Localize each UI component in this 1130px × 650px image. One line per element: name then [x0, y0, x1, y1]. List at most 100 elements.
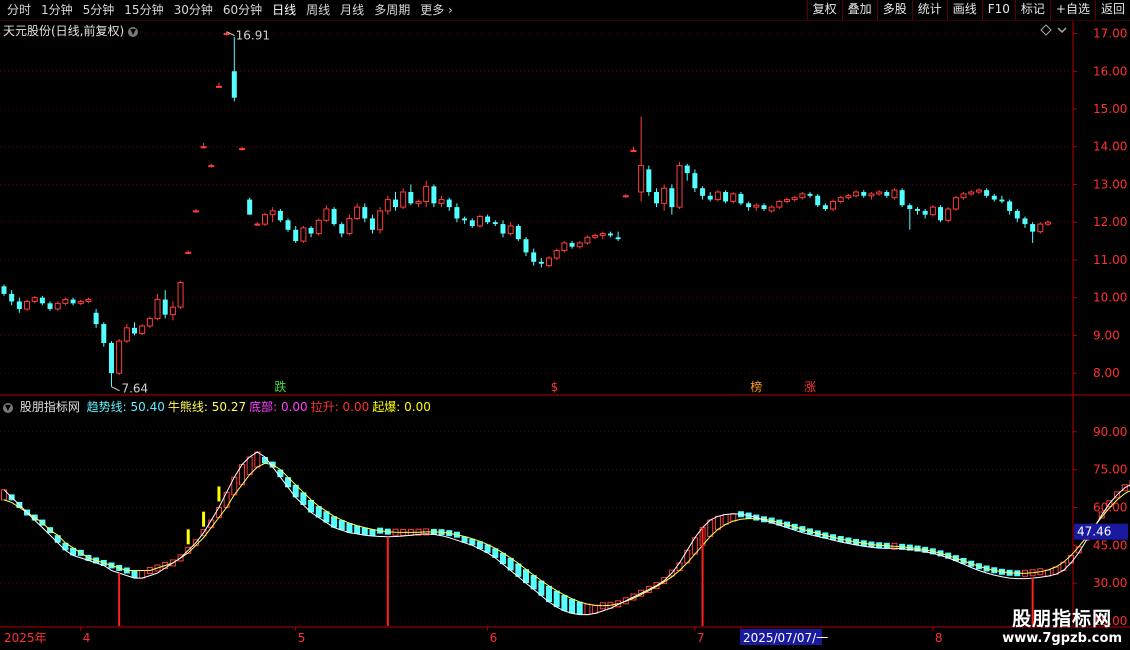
candle-body-86: [661, 187, 668, 204]
watermark-url: www.7gpzb.com: [1002, 631, 1122, 646]
candle-body-22: [169, 306, 176, 316]
period-tab-10[interactable]: 更多 ›: [415, 0, 458, 20]
period-tab-6[interactable]: 日线: [267, 0, 301, 20]
candle-body-119: [915, 209, 920, 211]
candle-body-25: [192, 210, 199, 213]
chevron-down-icon: [1057, 27, 1067, 34]
candle-body-100: [768, 206, 775, 212]
candle-body-115: [884, 192, 890, 196]
period-tab-4[interactable]: 30分钟: [169, 0, 218, 20]
price-tick-label-8: 16.00: [1093, 64, 1127, 78]
event-marker-3: 涨: [804, 379, 816, 394]
period-tab-8[interactable]: 月线: [335, 0, 369, 20]
candle-body-46: [354, 206, 361, 219]
toolbar-buttons: 复权 叠加 多股 统计 画线 F10 标记 +自选 返回: [806, 0, 1130, 20]
candle-body-93: [714, 191, 721, 201]
indicator-legend: ▼ 股朋指标网 趋势线: 50.40 牛熊线: 50.27 底部: 0.00 拉升: …: [3, 398, 434, 415]
candle-body-64: [492, 222, 498, 225]
price-tick-label-0: 8.00: [1093, 366, 1120, 380]
chevron-down-icon[interactable]: ▼: [128, 26, 139, 37]
toolbar-button-4[interactable]: 画线: [946, 0, 982, 20]
chevron-right-icon: ›: [444, 3, 453, 17]
stock-chart[interactable]: 8.00 9.00 10.00 11.00 12.00 13.00 14.00 15.00 16…: [0, 21, 1130, 650]
candle-body-31: [238, 148, 245, 151]
candle-body-61: [469, 220, 475, 226]
candle-body-51: [393, 199, 398, 208]
ind-bar-32: [246, 456, 253, 476]
candle-body-73: [561, 242, 568, 252]
candle-body-13: [101, 324, 107, 343]
toolbar-button-8[interactable]: 返回: [1094, 0, 1130, 20]
ind-tick-label-1: 30.00: [1093, 576, 1127, 590]
ind-bar-7: [54, 535, 61, 543]
watermark: 股朋指标网 www.7gpzb.com: [1002, 604, 1122, 646]
period-tab-7[interactable]: 周线: [301, 0, 335, 20]
candle-body-87: [669, 188, 675, 208]
candle-body-65: [500, 224, 506, 234]
candle-body-102: [784, 199, 790, 202]
period-tab-9[interactable]: 多周期: [369, 0, 415, 20]
candle-body-101: [776, 200, 783, 208]
ind-bar-44: [338, 520, 345, 531]
period-tab-5[interactable]: 60分钟: [218, 0, 267, 20]
ind-bar-73: [561, 594, 568, 611]
toolbar-button-0[interactable]: 复权: [806, 0, 842, 20]
candle-body-3: [24, 300, 31, 310]
price-tick-label-2: 10.00: [1093, 291, 1127, 305]
candle-body-114: [876, 191, 883, 195]
candle-body-131: [1007, 201, 1013, 211]
candle-body-47: [362, 207, 368, 219]
candle-body-121: [929, 206, 936, 216]
candle-body-124: [952, 197, 959, 210]
candle-body-97: [746, 203, 752, 208]
ind-bar-92: [707, 519, 714, 537]
toolbar-button-5[interactable]: F10: [981, 0, 1015, 20]
period-tab-3[interactable]: 15分钟: [119, 0, 168, 20]
spike-marker-2: [217, 486, 221, 502]
candle-body-56: [431, 186, 437, 204]
toolbar-button-3[interactable]: 统计: [911, 0, 947, 20]
chevron-down-icon[interactable]: ▼: [3, 402, 13, 413]
candle-body-40: [308, 227, 314, 234]
period-tab-2[interactable]: 5分钟: [78, 0, 120, 20]
price-tick-label-6: 14.00: [1093, 140, 1127, 154]
event-marker-1: $: [551, 380, 559, 394]
candle-body-7: [54, 302, 61, 310]
candle-body-90: [692, 173, 698, 189]
toolbar-button-1[interactable]: 叠加: [841, 0, 877, 20]
candle-body-34: [262, 214, 268, 225]
candle-body-14: [108, 342, 114, 374]
candle-body-12: [93, 312, 99, 325]
legend-item-2: 底部: 0.00: [249, 400, 308, 414]
toolbar-button-2[interactable]: 多股: [876, 0, 912, 20]
toolbar-button-7[interactable]: +自选: [1049, 0, 1095, 20]
candle-body-77: [592, 234, 599, 238]
candle-body-42: [323, 208, 330, 221]
candle-body-52: [400, 191, 407, 208]
candle-body-91: [700, 188, 706, 196]
ind-bar-72: [553, 590, 560, 608]
candle-body-94: [723, 192, 729, 202]
stock-title: 天元股份(日线,前复权): [3, 24, 125, 38]
candle-body-107: [822, 205, 828, 209]
price-tick-label-7: 15.00: [1093, 102, 1127, 116]
candle-body-45: [346, 217, 353, 235]
candle-body-132: [1014, 210, 1020, 219]
candle-body-26: [200, 146, 207, 149]
event-marker-2: 榜: [750, 379, 762, 394]
candle-body-39: [300, 227, 307, 242]
candle-body-128: [984, 190, 990, 196]
ind-bar-75: [576, 601, 583, 615]
candle-body-44: [339, 224, 345, 234]
toolbar-button-6[interactable]: 标记: [1014, 0, 1050, 20]
ind-bar-45: [346, 523, 353, 533]
period-tab-1[interactable]: 1分钟: [36, 0, 78, 20]
candle-body-23: [177, 282, 184, 308]
candle-body-135: [1037, 223, 1044, 233]
period-tab-0[interactable]: 分时: [2, 0, 36, 20]
candle-body-109: [837, 197, 844, 202]
event-marker-0: 跌: [274, 379, 286, 394]
candle-body-0: [1, 286, 7, 294]
bull-bear-line: [3, 462, 1130, 607]
watermark-title: 股朋指标网: [1012, 608, 1113, 630]
